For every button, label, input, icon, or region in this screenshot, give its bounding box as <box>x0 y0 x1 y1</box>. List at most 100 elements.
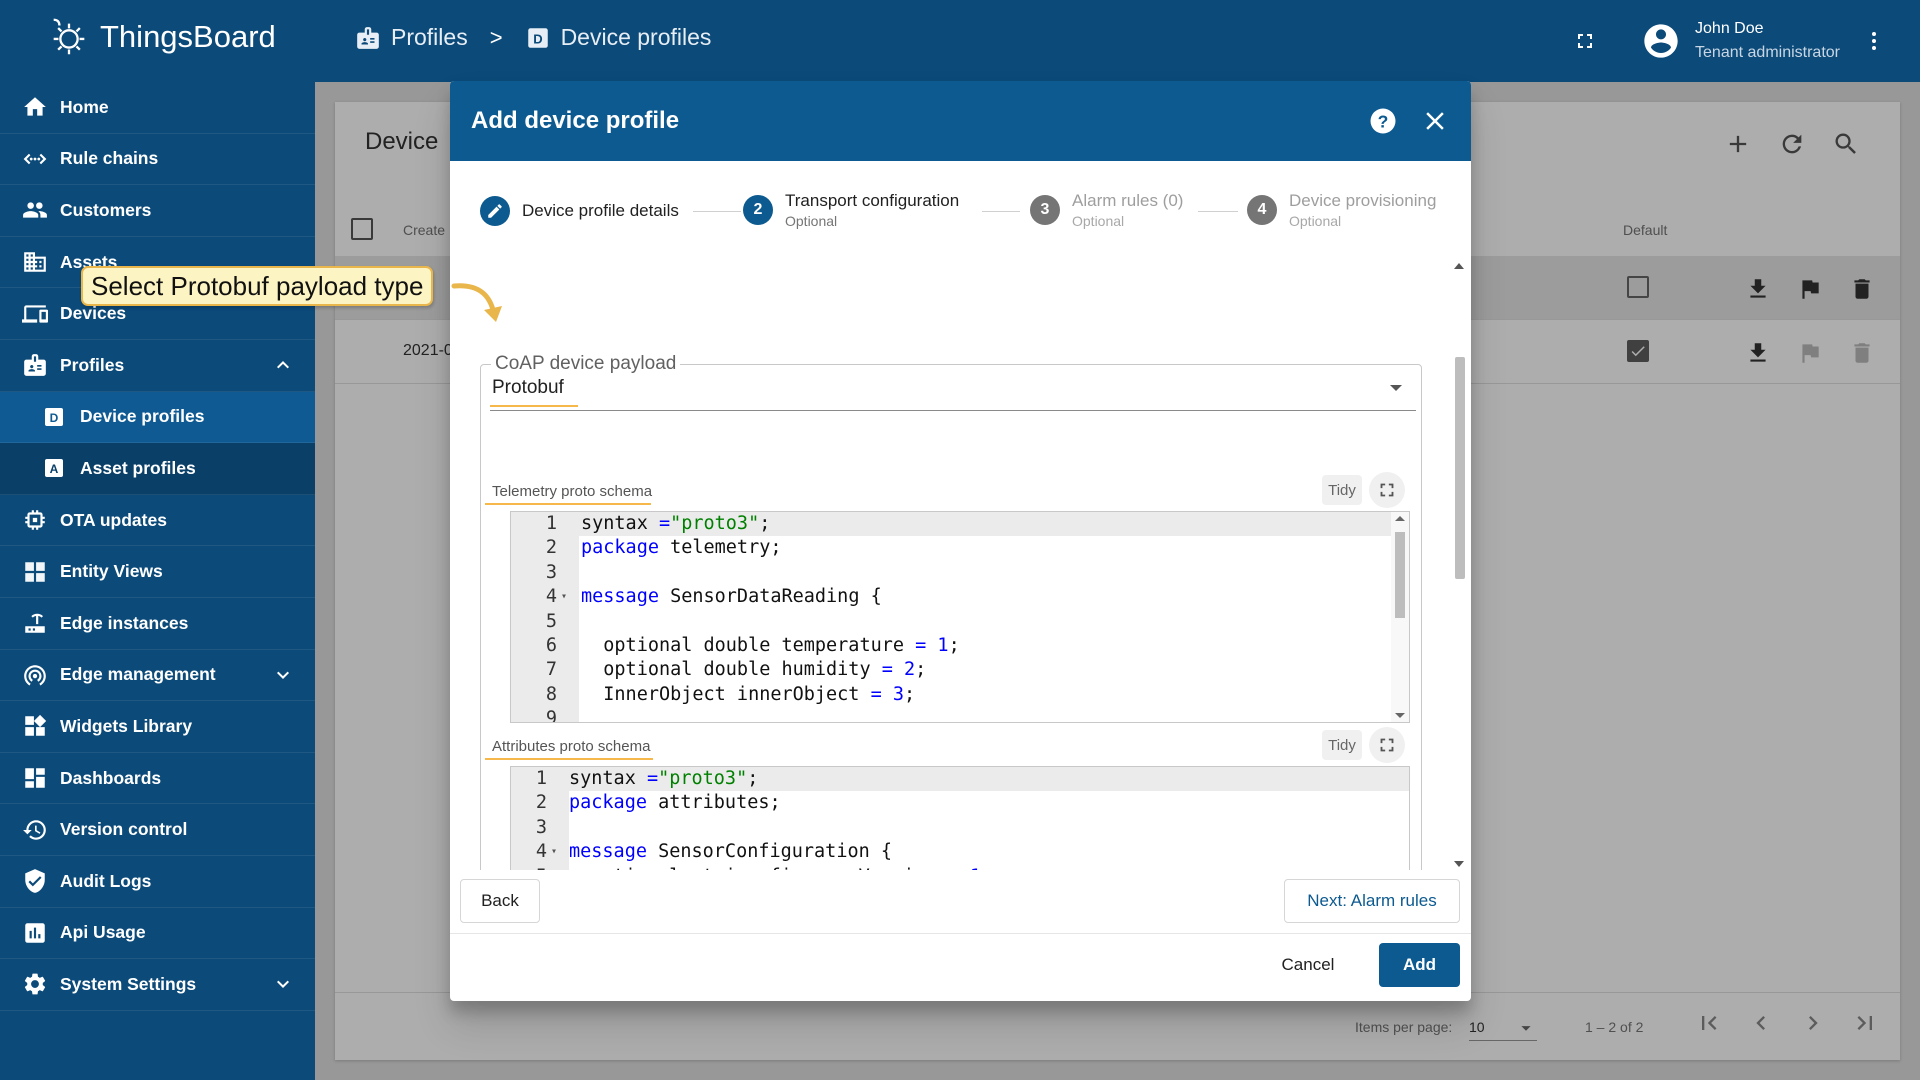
step-transport-configuration[interactable]: 2 Transport configuration Optional <box>743 191 959 229</box>
highlight-underline <box>485 503 651 505</box>
sidebar-item-label: Customers <box>60 199 152 220</box>
close-icon[interactable] <box>1420 106 1450 136</box>
sidebar-item-api-usage[interactable]: Api Usage <box>0 908 315 960</box>
code-line[interactable]: 5 <box>511 610 1409 634</box>
editor-scrollbar[interactable] <box>1391 512 1409 722</box>
edge-icon <box>25 614 45 633</box>
help-icon[interactable]: ? <box>1368 106 1398 136</box>
sidebar-item-rule-chains[interactable]: Rule chains <box>0 134 315 186</box>
sidebar-item-label: Version control <box>60 819 188 840</box>
sidebar-item-device-profiles[interactable]: D Device profiles <box>0 391 315 444</box>
highlight-underline <box>485 758 653 760</box>
sidebar-item-audit-logs[interactable]: Audit Logs <box>0 856 315 908</box>
code-line[interactable]: 2 package attributes; <box>511 791 1409 815</box>
devices-icon <box>22 305 48 323</box>
step-connector <box>982 211 1020 212</box>
sidebar-item-profiles[interactable]: Profiles <box>0 340 315 392</box>
code-line[interactable]: 2 package telemetry; <box>511 536 1409 560</box>
attributes-proto-editor[interactable]: 1 syntax ="proto3"; 2 package attributes; 3 4… <box>510 766 1410 870</box>
breadcrumb-separator: > <box>489 24 503 50</box>
profiles-icon <box>24 354 46 377</box>
telemetry-schema-label: Telemetry proto schema <box>492 483 653 500</box>
code-text: optional double humidity = 2; <box>581 659 927 681</box>
line-number: 1 <box>535 768 547 789</box>
rule-chains-icon <box>23 153 47 165</box>
svg-text:A: A <box>50 462 59 476</box>
add-button[interactable]: Add <box>1379 943 1460 987</box>
step-device-profile-details[interactable]: Device profile details <box>480 196 679 226</box>
sidebar-item-widgets-library[interactable]: Widgets Library <box>0 701 315 753</box>
sidebar-item-system-settings[interactable]: System Settings <box>0 959 315 1011</box>
step-4-label: Device provisioning <box>1289 191 1437 210</box>
avatar[interactable] <box>1641 21 1681 61</box>
attributes-fullscreen-button[interactable] <box>1369 727 1405 763</box>
line-number: 7 <box>545 659 557 681</box>
code-line[interactable]: 3 <box>511 561 1409 585</box>
back-button[interactable]: Back <box>460 879 540 923</box>
sidebar-item-label: Edge instances <box>60 612 189 633</box>
svg-text:?: ? <box>1378 111 1389 131</box>
breadcrumb-device-profiles: D Device profiles <box>525 24 711 51</box>
user-info: John Doe Tenant administrator <box>1695 17 1840 65</box>
scroll-up-arrow[interactable] <box>1454 263 1464 269</box>
code-line[interactable]: 6 optional double temperature = 1; <box>511 634 1409 658</box>
code-line[interactable]: 4 ▾ message SensorDataReading { <box>511 585 1409 609</box>
chevron-down-icon <box>277 671 289 679</box>
dropdown-arrow-icon <box>1390 385 1402 391</box>
sidebar-item-dashboards[interactable]: Dashboards <box>0 753 315 805</box>
sidebar-item-home[interactable]: Home <box>0 82 315 134</box>
fullscreen-icon[interactable] <box>1573 29 1597 53</box>
thingsboard-logo-icon <box>53 18 85 55</box>
code-text: message SensorDataReading { <box>581 586 882 608</box>
sidebar-item-customers[interactable]: Customers <box>0 185 315 237</box>
dialog-title: Add device profile <box>471 107 680 134</box>
code-line[interactable]: 4 ▾ message SensorConfiguration { <box>511 840 1409 864</box>
sidebar-item-version-control[interactable]: Version control <box>0 804 315 856</box>
sidebar-item-entity-views[interactable]: Entity Views <box>0 546 315 598</box>
user-role: Tenant administrator <box>1695 44 1840 61</box>
scroll-down-arrow[interactable] <box>1454 861 1464 867</box>
dashboards-icon <box>25 768 45 788</box>
step-device-provisioning[interactable]: 4 Device provisioning Optional <box>1247 191 1436 229</box>
edit-icon <box>488 204 502 218</box>
code-line[interactable]: 1 syntax ="proto3"; <box>511 512 1409 536</box>
sidebar-item-edge-instances[interactable]: Edge instances <box>0 598 315 650</box>
code-line[interactable]: 3 <box>511 816 1409 840</box>
add-device-profile-dialog: Add device profile ? Device profile deta… <box>450 81 1471 1001</box>
dialog-body: CoAP device payload Protobuf Telemetry p… <box>450 261 1456 870</box>
fold-toggle-icon[interactable]: ▾ <box>561 585 567 609</box>
sidebar-item-asset-profiles[interactable]: A Asset profiles <box>0 443 315 495</box>
step-alarm-rules[interactable]: 3 Alarm rules (0) Optional <box>1030 191 1183 229</box>
line-number: 2 <box>545 537 557 559</box>
sidebar-item-ota-updates[interactable]: OTA updates <box>0 495 315 547</box>
telemetry-fullscreen-button[interactable] <box>1369 472 1405 508</box>
cancel-button[interactable]: Cancel <box>1268 943 1348 987</box>
code-line[interactable]: 9 <box>511 707 1409 722</box>
payload-type-select[interactable]: Protobuf <box>490 365 1416 411</box>
step-2-label: Transport configuration <box>785 191 960 210</box>
telemetry-tidy-button[interactable]: Tidy <box>1322 475 1362 505</box>
sidebar-item-label: Home <box>60 96 109 117</box>
breadcrumb: Profiles > D Device profiles <box>355 24 711 51</box>
scroll-thumb[interactable] <box>1455 357 1465 579</box>
dialog-scrollbar[interactable] <box>1450 261 1468 869</box>
sidebar: Home Rule chains Customers Assets Device… <box>0 82 315 1080</box>
sidebar-item-label: Devices <box>60 303 127 324</box>
device-profile-icon: D <box>527 27 548 48</box>
app-logo[interactable]: ThingsBoard <box>46 14 276 60</box>
next-alarm-rules-button[interactable]: Next: Alarm rules <box>1284 879 1460 923</box>
payload-type-value: Protobuf <box>492 377 564 398</box>
code-line[interactable]: 1 syntax ="proto3"; <box>511 767 1409 791</box>
sidebar-item-label: Device profiles <box>80 406 205 427</box>
fold-toggle-icon[interactable]: ▾ <box>551 840 557 864</box>
callout-arrow-icon <box>451 283 502 322</box>
code-line[interactable]: 7 optional double humidity = 2; <box>511 658 1409 682</box>
more-vert-icon[interactable] <box>1862 29 1886 53</box>
sidebar-item-label: Audit Logs <box>60 870 152 891</box>
sidebar-item-edge-management[interactable]: Edge management <box>0 650 315 702</box>
code-line[interactable]: 8 InnerObject innerObject = 3; <box>511 683 1409 707</box>
breadcrumb-profiles[interactable]: Profiles <box>355 24 468 51</box>
telemetry-proto-editor[interactable]: 1 syntax ="proto3"; 2 package telemetry; 3 4 ▾… <box>510 511 1410 723</box>
attributes-tidy-button[interactable]: Tidy <box>1322 730 1362 760</box>
line-number: 8 <box>545 683 557 705</box>
